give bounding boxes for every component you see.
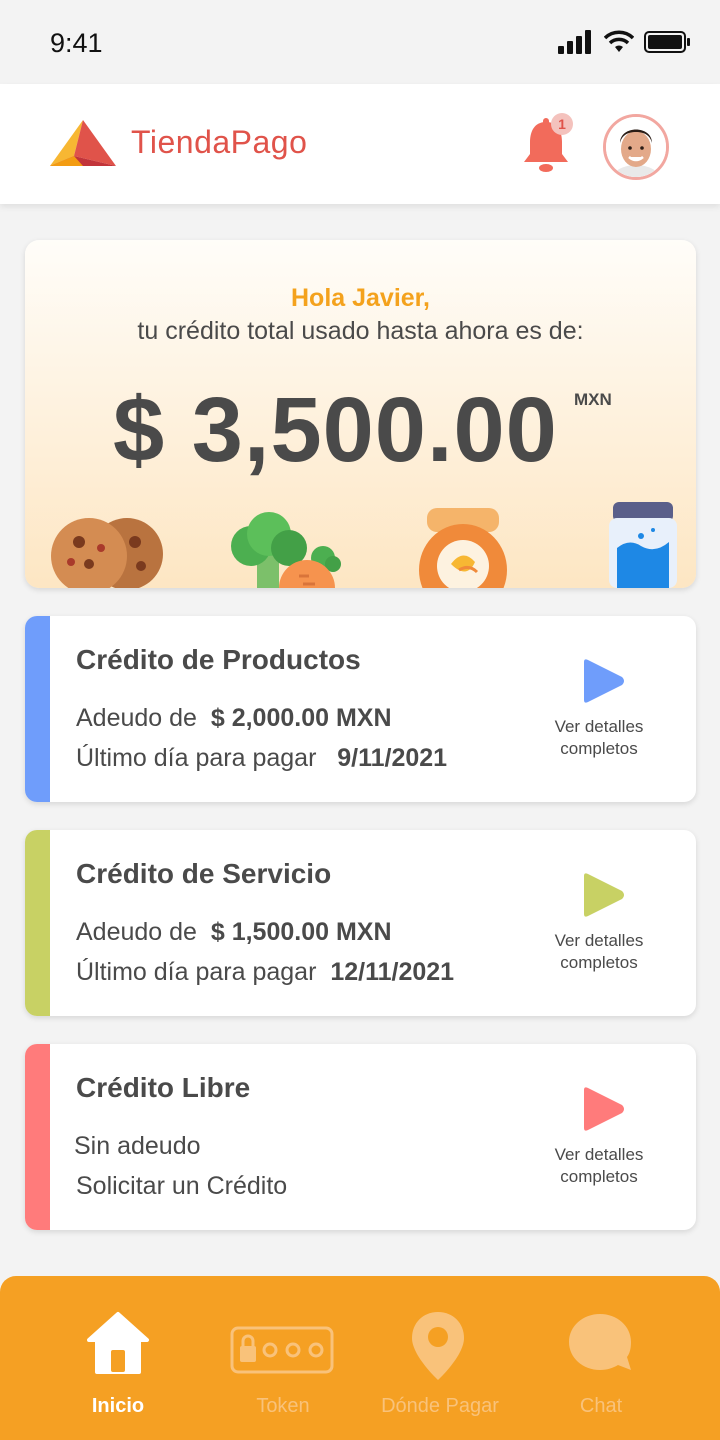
currency-label: MXN — [574, 390, 612, 409]
card-accent-bar — [25, 616, 50, 802]
debt-line: Adeudo de $ 2,000.00 MXN — [76, 704, 392, 733]
credit-card-servicio[interactable]: Crédito de Servicio Adeudo de $ 1,500.00… — [25, 830, 696, 1016]
card-accent-bar — [25, 1044, 50, 1230]
greeting-subtitle: tu crédito total usado hasta ahora es de… — [137, 317, 584, 345]
debt-line: Adeudo de $ 1,500.00 MXN — [76, 918, 392, 947]
location-pin-icon — [412, 1312, 464, 1380]
tiendapago-logo-icon — [50, 120, 116, 166]
nav-label-donde-pagar: Dónde Pagar — [381, 1395, 499, 1417]
credit-card-libre[interactable]: Crédito Libre Sin adeudo Solicitar un Cr… — [25, 1044, 696, 1230]
nav-label-chat: Chat — [579, 1395, 623, 1417]
view-details-link[interactable]: Ver detalles completos — [540, 930, 658, 974]
brand-name: TiendaPago — [131, 124, 308, 160]
avatar-image — [606, 117, 666, 177]
card-title: Crédito de Productos — [76, 644, 361, 675]
jar-icon — [419, 508, 507, 588]
debt-value: $ 2,000.00 MXN — [210, 704, 392, 732]
debt-label: Adeudo de — [76, 704, 197, 732]
signal-icon — [558, 30, 591, 54]
card-title: Crédito Libre — [76, 1072, 251, 1103]
view-details-link[interactable]: Ver detalles completos — [540, 1144, 658, 1188]
total-credit-amount: $ 3,500.00 — [113, 379, 558, 481]
bottom-navigation: Inicio Token Dónde Pagar Chat — [0, 1276, 720, 1440]
due-date-line: Último día para pagar 9/11/2021 — [76, 744, 447, 773]
card-accent-bar — [25, 830, 50, 1016]
token-icon — [230, 1326, 334, 1374]
chat-bubble-icon — [569, 1314, 631, 1370]
due-date-label: Último día para pagar — [76, 744, 317, 772]
debt-label: Adeudo de — [76, 918, 197, 946]
due-date-line: Último día para pagar 12/11/2021 — [76, 958, 454, 987]
notification-badge: 1 — [551, 113, 573, 135]
nav-item-donde-pagar[interactable]: Dónde Pagar — [360, 1276, 520, 1440]
home-icon — [87, 1312, 149, 1374]
water-bottle-icon — [609, 502, 677, 588]
view-details-text: Ver detalles — [554, 1145, 644, 1164]
status-icons — [558, 30, 692, 54]
play-icon[interactable] — [580, 658, 626, 704]
credit-summary-card: Hola Javier, tu crédito total usado hast… — [25, 240, 696, 588]
greeting: Hola Javier, — [291, 284, 430, 312]
nav-label-token: Token — [256, 1395, 310, 1417]
battery-icon — [644, 31, 690, 53]
play-icon[interactable] — [580, 872, 626, 918]
nav-label-inicio: Inicio — [91, 1395, 145, 1417]
nav-item-inicio[interactable]: Inicio — [38, 1276, 198, 1440]
status-time: 9:41 — [50, 28, 103, 58]
nav-item-token[interactable]: Token — [203, 1276, 363, 1440]
request-credit-link[interactable]: Solicitar un Crédito — [76, 1172, 287, 1201]
due-date-value: 9/11/2021 — [337, 744, 448, 772]
view-details-link[interactable]: Ver detalles completos — [540, 716, 658, 760]
credit-card-productos[interactable]: Crédito de Productos Adeudo de $ 2,000.0… — [25, 616, 696, 802]
no-debt-text: Sin adeudo — [74, 1132, 201, 1160]
view-details-text-2: completos — [560, 953, 638, 972]
view-details-text: Ver detalles — [554, 717, 644, 736]
card-title: Crédito de Servicio — [76, 858, 332, 889]
debt-value: $ 1,500.00 MXN — [210, 918, 392, 946]
play-icon[interactable] — [580, 1086, 626, 1132]
cookies-icon — [51, 518, 163, 588]
app-header: TiendaPago 1 — [0, 84, 720, 204]
due-date-label: Último día para pagar — [76, 958, 317, 986]
due-date-value: 12/11/2021 — [330, 958, 455, 986]
status-bar: 9:41 — [0, 0, 720, 84]
view-details-text-2: completos — [560, 739, 638, 758]
nav-item-chat[interactable]: Chat — [521, 1276, 681, 1440]
wifi-icon — [604, 30, 634, 52]
user-avatar[interactable] — [603, 114, 669, 180]
view-details-text: Ver detalles — [554, 931, 644, 950]
view-details-text-2: completos — [560, 1167, 638, 1186]
